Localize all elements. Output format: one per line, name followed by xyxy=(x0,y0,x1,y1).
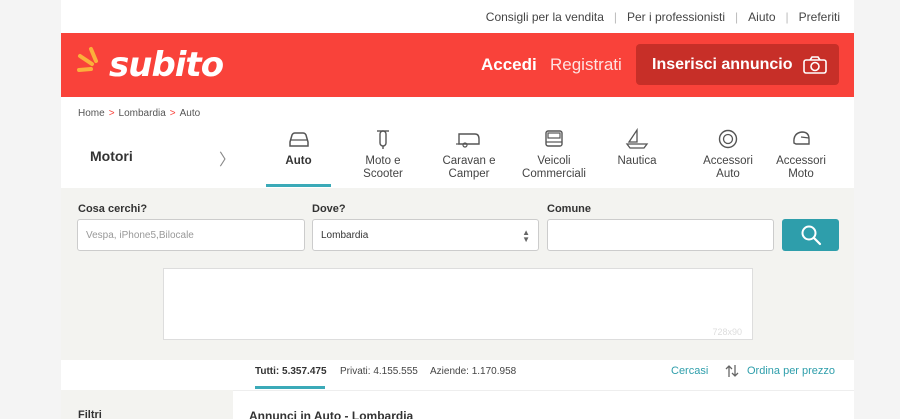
caravan-icon xyxy=(456,133,480,148)
stat-private-value: 4.155.555 xyxy=(373,366,418,377)
stat-business[interactable]: Aziende: 1.170.958 xyxy=(430,366,516,377)
filters-title: Filtri xyxy=(78,409,102,419)
link-preferiti[interactable]: Preferiti xyxy=(799,10,840,24)
subito-logo[interactable]: subito xyxy=(77,41,224,87)
tab-label: Veicoli Commerciali xyxy=(522,155,586,180)
section-title[interactable]: Motori xyxy=(90,148,133,164)
tab-label: Accessori Moto xyxy=(776,155,826,180)
search-icon xyxy=(801,225,821,246)
tab-nautica[interactable]: Nautica xyxy=(607,128,667,168)
stat-private[interactable]: Privati: 4.155.555 xyxy=(340,366,418,377)
tab-label: Nautica xyxy=(617,155,657,167)
stat-business-label: Aziende: xyxy=(430,366,469,377)
comune-label: Comune xyxy=(547,203,591,215)
logo-text: subito xyxy=(109,45,224,85)
link-consigli[interactable]: Consigli per la vendita xyxy=(486,10,604,24)
breadcrumb-separator: > xyxy=(108,108,115,119)
separator: | xyxy=(785,9,789,24)
stat-business-value: 1.170.958 xyxy=(471,366,517,377)
link-aiuto[interactable]: Aiuto xyxy=(748,10,775,24)
active-tab-indicator xyxy=(266,184,331,187)
select-arrows-icon: ▲ ▼ xyxy=(522,228,530,244)
boat-icon xyxy=(625,128,649,149)
logo-rays-icon xyxy=(77,47,98,72)
sort-icon[interactable] xyxy=(724,363,740,379)
stat-all-label: Tutti: xyxy=(255,366,280,377)
ad-size-label: 728x90 xyxy=(712,327,742,337)
ad-banner[interactable]: 728x90 xyxy=(163,268,753,340)
search-input[interactable]: Vespa, iPhone5,Bilocale xyxy=(77,219,305,251)
tab-label: Caravan e Camper xyxy=(442,155,496,180)
active-stat-indicator xyxy=(255,386,325,389)
search-panel: Cosa cerchi? Vespa, iPhone5,Bilocale Dov… xyxy=(61,188,854,360)
region-select[interactable]: Lombardia ▲ ▼ xyxy=(312,219,539,251)
helmet-icon xyxy=(793,131,810,145)
tab-accessori-auto[interactable]: Accessori Auto xyxy=(693,128,763,181)
separator: | xyxy=(613,9,617,24)
results-stats-bar: Tutti: 5.357.475 Privati: 4.155.555 Azie… xyxy=(61,360,854,390)
search-button[interactable] xyxy=(782,219,839,251)
post-ad-label: Inserisci annuncio xyxy=(652,55,793,73)
tab-moto-scooter[interactable]: Moto e Scooter xyxy=(351,128,415,181)
tab-label: Auto xyxy=(285,155,312,167)
cercasi-link[interactable]: Cercasi xyxy=(671,365,708,377)
car-icon xyxy=(288,132,309,147)
van-icon xyxy=(545,130,563,147)
breadcrumb-home[interactable]: Home xyxy=(78,108,105,119)
breadcrumb-region[interactable]: Lombardia xyxy=(119,108,166,119)
post-ad-button[interactable]: Inserisci annuncio xyxy=(636,44,839,85)
right-margin xyxy=(854,0,900,419)
comune-input[interactable] xyxy=(547,219,774,251)
left-margin xyxy=(0,0,61,419)
filters-panel: Filtri xyxy=(61,390,233,419)
breadcrumb: Home > Lombardia > Auto xyxy=(78,108,200,119)
tab-auto[interactable]: Auto xyxy=(266,128,331,168)
tab-accessori-moto[interactable]: Accessori Moto xyxy=(767,128,835,181)
camera-icon xyxy=(803,55,828,74)
wheel-icon xyxy=(718,129,738,149)
stat-all-value: 5.357.475 xyxy=(282,366,327,377)
tab-caravan-camper[interactable]: Caravan e Camper xyxy=(437,128,501,181)
what-label: Cosa cerchi? xyxy=(78,203,148,215)
tab-label: Accessori Auto xyxy=(703,155,753,180)
stat-all[interactable]: Tutti: 5.357.475 xyxy=(255,366,327,377)
results-title: Annunci in Auto - Lombardia xyxy=(249,409,414,419)
stat-private-label: Privati: xyxy=(340,366,371,377)
page: Consigli per la vendita | Per i professi… xyxy=(61,0,854,419)
where-label: Dove? xyxy=(312,203,346,215)
separator: | xyxy=(735,9,739,24)
link-professionisti[interactable]: Per i professionisti xyxy=(627,10,725,24)
sort-by-price-link[interactable]: Ordina per prezzo xyxy=(747,365,835,377)
tab-veicoli-commerciali[interactable]: Veicoli Commerciali xyxy=(516,128,592,181)
search-placeholder: Vespa, iPhone5,Bilocale xyxy=(86,229,194,241)
tab-label: Moto e Scooter xyxy=(363,155,403,180)
site-header: subito Accedi Registrati Inserisci annun… xyxy=(61,33,854,97)
scooter-icon xyxy=(377,130,389,149)
breadcrumb-category[interactable]: Auto xyxy=(180,108,201,119)
top-links-bar: Consigli per la vendita | Per i professi… xyxy=(61,0,854,33)
register-link[interactable]: Registrati xyxy=(550,55,622,75)
region-value: Lombardia xyxy=(321,229,369,241)
breadcrumb-separator: > xyxy=(169,108,176,119)
chevron-right-icon[interactable]: 〉 xyxy=(219,146,235,170)
login-link[interactable]: Accedi xyxy=(481,55,537,75)
